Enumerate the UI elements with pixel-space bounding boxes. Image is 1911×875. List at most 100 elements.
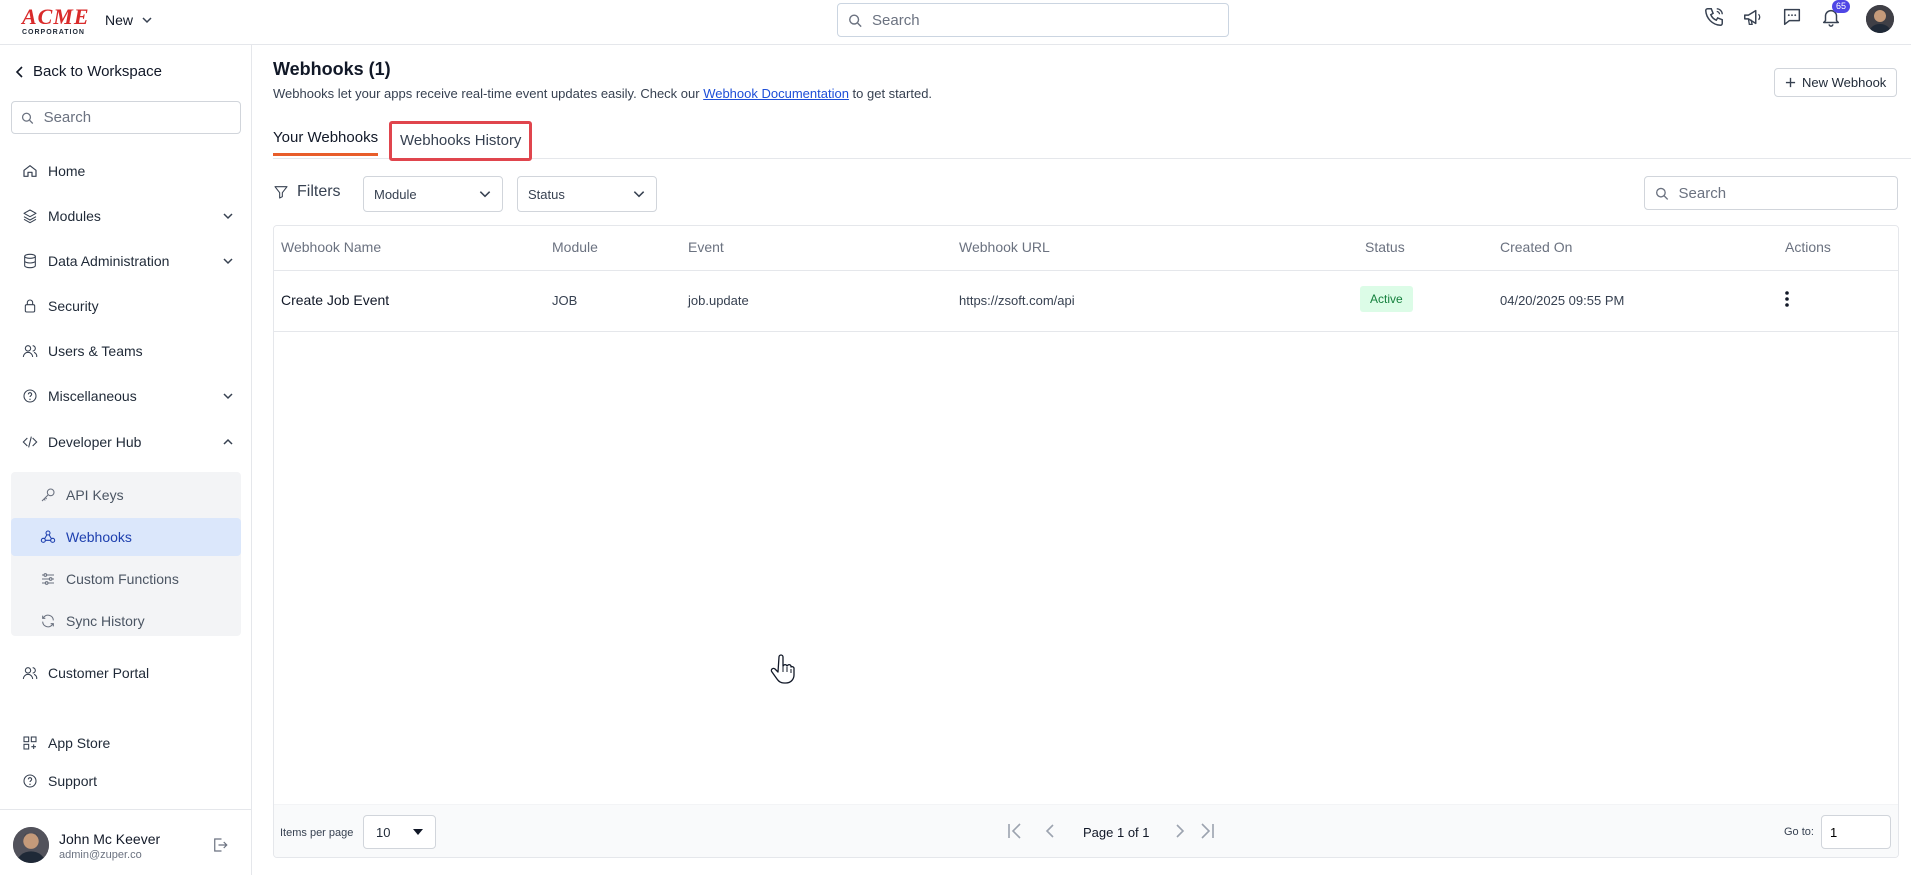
sidebar-item-label: Miscellaneous (48, 388, 137, 404)
more-actions-icon[interactable] (1784, 290, 1790, 311)
sidebar-item-label: Data Administration (48, 253, 170, 269)
items-per-page-value: 10 (376, 824, 391, 840)
table-search[interactable] (1644, 176, 1898, 210)
new-menu-button[interactable]: New (105, 12, 153, 28)
module-filter-select[interactable]: Module (363, 176, 503, 212)
sidebar-item-users-teams[interactable]: Users & Teams (22, 343, 232, 359)
sidebar-item-label: Developer Hub (48, 434, 142, 450)
items-per-page-label: Items per page (280, 827, 354, 839)
search-icon (21, 112, 34, 124)
sidebar-item-customer-portal[interactable]: Customer Portal (22, 665, 232, 681)
sidebar-item-label: Support (48, 773, 98, 789)
users-icon (22, 345, 38, 358)
sliders-icon (42, 573, 54, 585)
main-content: Webhooks (1) Webhooks let your apps rece… (253, 45, 1911, 875)
layers-icon (23, 209, 37, 224)
sidebar-item-app-store[interactable]: App Store (22, 735, 232, 751)
cell-webhook-name[interactable]: Create Job Event (281, 292, 389, 308)
sidebar-item-developer-hub[interactable]: Developer Hub (22, 434, 233, 450)
plus-icon (1785, 77, 1796, 88)
notification-badge: 65 (1831, 0, 1850, 13)
top-icon-group: 65 (1703, 0, 1850, 28)
sidebar-search[interactable] (11, 101, 241, 134)
first-page-icon[interactable] (1007, 822, 1023, 843)
tab-your-webhooks[interactable]: Your Webhooks (273, 129, 379, 156)
chevron-down-icon (479, 191, 491, 198)
back-to-workspace-link[interactable]: Back to Workspace (15, 63, 162, 80)
last-page-icon[interactable] (1199, 822, 1215, 843)
chevron-down-icon (633, 191, 645, 198)
tab-bar: Your Webhooks Webhooks History (273, 121, 1911, 161)
top-bar: ACME CORPORATION New 65 (0, 0, 1911, 45)
refresh-icon (42, 614, 54, 628)
chat-icon[interactable] (1781, 6, 1803, 28)
sidebar-item-miscellaneous[interactable]: Miscellaneous (22, 388, 233, 404)
sidebar-item-label: Webhooks (66, 529, 132, 545)
search-icon (1656, 187, 1669, 200)
logout-icon[interactable] (211, 836, 229, 857)
status-badge: Active (1360, 286, 1413, 312)
search-icon (849, 14, 862, 27)
column-header-created-on[interactable]: Created On (1500, 239, 1572, 255)
goto-page-input[interactable] (1821, 815, 1891, 849)
sidebar-item-label: API Keys (66, 487, 124, 503)
sidebar-item-support[interactable]: Support (22, 773, 232, 789)
phone-icon[interactable] (1703, 6, 1725, 28)
status-filter-select[interactable]: Status (517, 176, 657, 212)
user-avatar[interactable] (1866, 5, 1894, 33)
new-menu-label: New (105, 12, 134, 28)
webhook-icon (40, 530, 56, 543)
global-search-input[interactable] (872, 11, 1228, 29)
global-search[interactable] (837, 3, 1229, 37)
webhooks-table: Webhook Name Module Event Webhook URL St… (273, 225, 1899, 858)
sidebar-item-webhooks[interactable]: Webhooks (11, 518, 241, 556)
column-header-actions: Actions (1785, 239, 1831, 255)
sidebar-item-label: Sync History (66, 613, 145, 629)
previous-page-icon[interactable] (1044, 822, 1056, 843)
key-icon (41, 488, 55, 502)
column-header-status[interactable]: Status (1365, 239, 1405, 255)
sidebar-item-security[interactable]: Security (22, 298, 232, 314)
sidebar: Back to Workspace Home Modules Data Admi… (0, 45, 252, 875)
hand-cursor-icon (770, 654, 796, 687)
sidebar-item-custom-functions[interactable]: Custom Functions (11, 560, 241, 598)
table-search-input[interactable] (1678, 184, 1897, 202)
developer-hub-submenu: API Keys Webhooks Custom Functions Sync … (11, 472, 241, 636)
sidebar-item-data-administration[interactable]: Data Administration (22, 253, 233, 269)
chevron-down-icon (223, 258, 233, 265)
cell-event: job.update (688, 293, 749, 308)
next-page-icon[interactable] (1174, 822, 1186, 843)
column-header-webhook-name[interactable]: Webhook Name (281, 239, 381, 255)
page-title: Webhooks (1) (273, 59, 391, 79)
avatar[interactable] (13, 827, 49, 863)
sidebar-item-label: App Store (48, 735, 111, 751)
company-logo[interactable]: ACME CORPORATION (22, 4, 90, 37)
column-header-webhook-url[interactable]: Webhook URL (959, 239, 1050, 255)
users-icon (22, 667, 38, 680)
items-per-page-select[interactable]: 10 (363, 815, 436, 849)
tab-webhooks-history[interactable]: Webhooks History (389, 121, 533, 161)
new-webhook-button[interactable]: New Webhook (1774, 68, 1898, 97)
chevron-up-icon (223, 438, 233, 445)
column-header-module[interactable]: Module (552, 239, 598, 255)
chevron-down-icon (142, 17, 152, 24)
column-header-event[interactable]: Event (688, 239, 724, 255)
page-description: Webhooks let your apps receive real-time… (273, 86, 932, 101)
megaphone-icon[interactable] (1742, 6, 1764, 28)
module-select-value: Module (374, 186, 417, 202)
sidebar-item-modules[interactable]: Modules (22, 208, 233, 224)
sidebar-item-home[interactable]: Home (22, 163, 232, 179)
sidebar-item-api-keys[interactable]: API Keys (11, 476, 241, 514)
sidebar-item-sync-history[interactable]: Sync History (11, 602, 241, 640)
sidebar-search-input[interactable] (43, 109, 240, 126)
cell-created-on: 04/20/2025 09:55 PM (1500, 293, 1625, 308)
home-icon (23, 165, 37, 177)
sidebar-item-label: Users & Teams (48, 343, 143, 359)
description-text: Webhooks let your apps receive real-time… (273, 86, 704, 101)
table-row[interactable]: Create Job Event JOB job.update https://… (274, 271, 1898, 332)
webhook-documentation-link[interactable]: Webhook Documentation (703, 86, 849, 101)
bell-icon[interactable]: 65 (1820, 0, 1850, 28)
new-webhook-label: New Webhook (1802, 75, 1887, 90)
logo-text: ACME (22, 4, 90, 29)
database-icon (24, 253, 36, 269)
